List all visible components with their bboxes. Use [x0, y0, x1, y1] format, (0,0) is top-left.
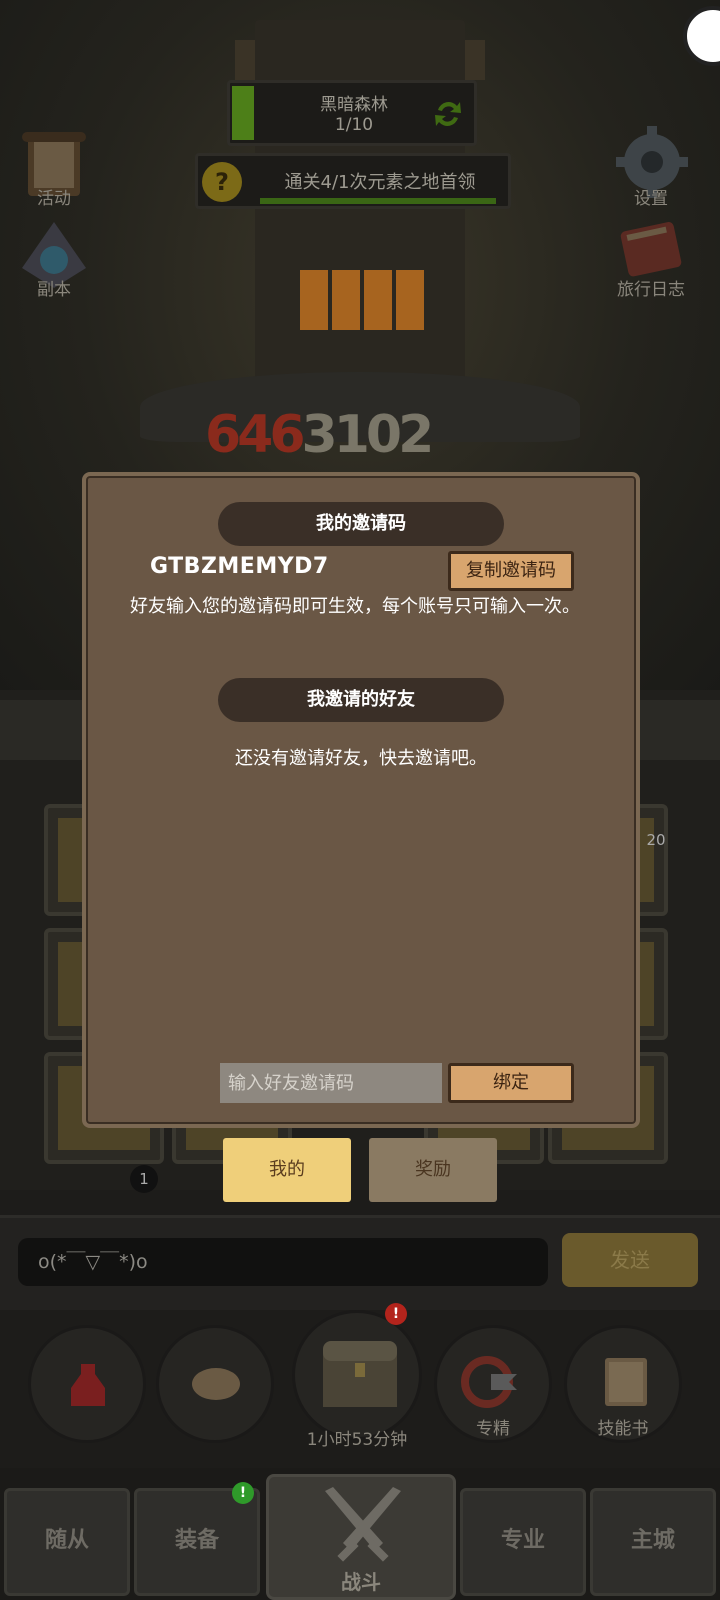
- refresh-icon[interactable]: [430, 96, 466, 132]
- side-label-settings: 设置: [634, 189, 668, 209]
- nav-profession[interactable]: 专业: [460, 1488, 586, 1596]
- damage-number-b: 3102: [301, 405, 435, 465]
- tab-mine[interactable]: 我的: [223, 1138, 351, 1202]
- potion-icon: [71, 1364, 105, 1406]
- action-potion[interactable]: [28, 1325, 146, 1443]
- skill-book-label: 技能书: [597, 1419, 649, 1439]
- mastery-icon: [461, 1356, 517, 1408]
- treasure-chest-icon: [323, 1341, 397, 1407]
- quest-progress-bar: [260, 198, 496, 204]
- chest-timer: 1小时53分钟: [306, 1430, 408, 1450]
- nav-battle-label: 战斗: [341, 1570, 381, 1594]
- my-invite-code-header: 我的邀请码: [218, 502, 504, 546]
- no-friends-text: 还没有邀请好友，快去邀请吧。: [235, 748, 487, 769]
- mastery-label: 专精: [476, 1419, 510, 1439]
- bread-icon: [192, 1368, 240, 1400]
- action-bread[interactable]: [156, 1325, 274, 1443]
- chat-input[interactable]: o(*￣▽￣*)o: [18, 1238, 548, 1286]
- quest-help-icon[interactable]: ?: [202, 162, 242, 202]
- invited-friends-header: 我邀请的好友: [218, 678, 504, 722]
- crossed-swords-icon: [325, 1487, 401, 1562]
- equipment-alert-badge: !: [232, 1482, 254, 1504]
- invite-description: 好友输入您的邀请码即可生效，每个账号只可输入一次。: [130, 596, 580, 617]
- nav-main-city[interactable]: 主城: [590, 1488, 716, 1596]
- nav-equipment[interactable]: 装备: [134, 1488, 260, 1596]
- tower-window: [300, 270, 425, 330]
- stage-progress-bar: [232, 86, 254, 140]
- invite-code-value: GTBZMEMYD7: [150, 554, 329, 579]
- side-label-journal: 旅行日志: [617, 280, 685, 300]
- send-button[interactable]: 发送: [562, 1233, 698, 1287]
- chest-alert-badge: !: [385, 1303, 407, 1325]
- stage-progress: 1/10: [334, 115, 374, 135]
- damage-number-a: 646: [205, 405, 306, 465]
- side-label-activity: 活动: [37, 189, 71, 209]
- side-label-dungeon: 副本: [37, 280, 71, 300]
- bind-button[interactable]: 绑定: [448, 1063, 574, 1103]
- stage-name: 黑暗森林: [320, 95, 388, 115]
- nav-followers[interactable]: 随从: [4, 1488, 130, 1596]
- action-treasure-chest[interactable]: [292, 1310, 422, 1440]
- quest-text: 通关4/1次元素之地首领: [284, 172, 476, 193]
- friend-code-input[interactable]: [220, 1063, 442, 1103]
- skill-book-icon: [605, 1358, 647, 1406]
- item-count-badge: 20: [646, 831, 666, 849]
- tab-reward[interactable]: 奖励: [369, 1138, 497, 1202]
- damage-number: 6463102: [205, 405, 435, 465]
- copy-invite-code-button[interactable]: 复制邀请码: [448, 551, 574, 591]
- item-count-badge: 1: [130, 1165, 158, 1193]
